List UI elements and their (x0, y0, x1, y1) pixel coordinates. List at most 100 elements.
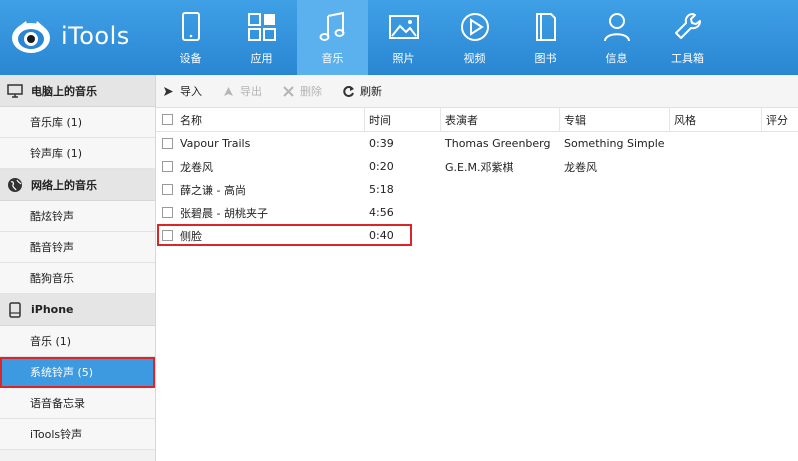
main-nav: 设备 应用 音乐 照片 视频 图书 信息 工具箱 (155, 0, 723, 75)
sidebar-item-kuxuan[interactable]: 酷炫铃声 (0, 201, 155, 232)
nav-device[interactable]: 设备 (155, 0, 226, 75)
song-album: Something Simple (564, 137, 665, 150)
export-label: 导出 (240, 85, 262, 98)
music-note-icon (319, 11, 344, 41)
sidebar-section-label: iPhone (31, 303, 74, 316)
nav-toolbox[interactable]: 工具箱 (652, 0, 723, 75)
sidebar-section-device[interactable]: iPhone (0, 294, 155, 326)
song-time: 5:18 (369, 183, 394, 196)
export-arrow-icon (224, 86, 233, 96)
song-album: 龙卷风 (564, 160, 597, 174)
row-checkbox[interactable] (162, 138, 173, 149)
nav-label: 工具箱 (671, 52, 704, 65)
table-row[interactable]: 龙卷风 0:20 G.E.M.邓紫棋 龙卷风 (156, 155, 798, 178)
row-checkbox[interactable] (162, 161, 173, 172)
row-checkbox[interactable] (162, 207, 173, 218)
sidebar-item-kuyin[interactable]: 酷音铃声 (0, 232, 155, 263)
sidebar-section-pc[interactable]: 电脑上的音乐 (0, 75, 155, 107)
book-icon (535, 13, 556, 41)
import-label: 导入 (180, 85, 202, 98)
table-row-highlighted[interactable]: 侧脸 0:40 (156, 224, 798, 247)
table-row[interactable]: Vapour Trails 0:39 Thomas Greenberg Some… (156, 132, 798, 155)
nav-photos[interactable]: 照片 (368, 0, 439, 75)
refresh-button[interactable]: 刷新 (342, 83, 382, 99)
import-arrow-icon (164, 86, 173, 96)
row-checkbox[interactable] (162, 184, 173, 195)
refresh-label: 刷新 (360, 85, 382, 98)
sidebar-item-itools-ringtones[interactable]: iTools铃声 (0, 419, 155, 450)
sidebar-section-network[interactable]: 网络上的音乐 (0, 169, 155, 201)
column-album[interactable]: 专辑 (560, 108, 670, 131)
table-header: 名称 时间 表演者 专辑 风格 评分 (156, 108, 798, 132)
row-checkbox[interactable] (162, 230, 173, 241)
refresh-icon (343, 85, 354, 97)
song-album (560, 224, 670, 247)
song-name: 薛之谦 - 高尚 (180, 183, 246, 197)
app-title: iTools (61, 22, 130, 50)
main-panel: 导入 导出 删除 刷新 名称 时间 表演者 专辑 风格 评分 Vapour Tr… (156, 75, 798, 461)
column-genre[interactable]: 风格 (670, 108, 762, 131)
play-circle-icon (460, 13, 489, 41)
song-artist: Thomas Greenberg (445, 137, 551, 150)
top-header: iTools 设备 应用 音乐 照片 视频 图书 信息 工具箱 (0, 0, 798, 75)
globe-icon (8, 177, 22, 192)
itools-logo-icon (10, 17, 55, 55)
song-time: 0:39 (369, 137, 394, 150)
export-button[interactable]: 导出 (222, 83, 262, 99)
song-artist (441, 224, 560, 247)
song-time: 0:40 (369, 229, 394, 242)
table-row[interactable]: 薛之谦 - 高尚 5:18 (156, 178, 798, 201)
app-logo: iTools (10, 17, 130, 55)
toolbar: 导入 导出 删除 刷新 (156, 75, 798, 108)
import-button[interactable]: 导入 (162, 83, 202, 99)
nav-label: 照片 (392, 52, 415, 65)
apps-grid-icon (247, 13, 276, 41)
nav-label: 视频 (463, 52, 486, 65)
photo-icon (388, 15, 419, 39)
song-time: 4:56 (369, 206, 394, 219)
sidebar-item-kugou[interactable]: 酷狗音乐 (0, 263, 155, 294)
sidebar-item-device-music[interactable]: 音乐 (1) (0, 326, 155, 357)
phone-icon (9, 301, 21, 318)
nav-label: 设备 (179, 52, 202, 65)
column-name[interactable]: 名称 (156, 108, 365, 131)
song-artist: G.E.M.邓紫棋 (445, 160, 514, 174)
column-name-label: 名称 (180, 113, 202, 127)
sidebar-section-label: 网络上的音乐 (31, 178, 97, 192)
nav-label: 音乐 (321, 52, 344, 65)
song-album (560, 201, 670, 224)
sidebar-item-system-ringtones[interactable]: 系统铃声 (5) (0, 357, 155, 388)
table-row[interactable]: 张碧晨 - 胡桃夹子 4:56 (156, 201, 798, 224)
nav-info[interactable]: 信息 (581, 0, 652, 75)
column-rating[interactable]: 评分 (762, 108, 798, 131)
person-icon (603, 13, 630, 42)
close-icon (283, 85, 294, 97)
nav-label: 图书 (534, 52, 557, 65)
song-name: 龙卷风 (180, 160, 213, 174)
sidebar-item-ringtone-library[interactable]: 铃声库 (1) (0, 138, 155, 169)
nav-apps[interactable]: 应用 (226, 0, 297, 75)
sidebar-item-music-library[interactable]: 音乐库 (1) (0, 107, 155, 138)
nav-label: 信息 (605, 52, 628, 65)
monitor-icon (7, 83, 23, 98)
sidebar-section-label: 电脑上的音乐 (31, 84, 97, 98)
song-name: 张碧晨 - 胡桃夹子 (180, 206, 268, 220)
song-time: 0:20 (369, 160, 394, 173)
select-all-checkbox[interactable] (162, 114, 173, 125)
delete-label: 删除 (300, 85, 322, 98)
song-artist (441, 201, 560, 224)
column-time[interactable]: 时间 (365, 108, 441, 131)
song-name: 侧脸 (180, 229, 202, 243)
nav-label: 应用 (250, 52, 273, 65)
delete-button[interactable]: 删除 (282, 83, 322, 99)
nav-video[interactable]: 视频 (439, 0, 510, 75)
song-name: Vapour Trails (180, 137, 251, 150)
sidebar-item-voice-memos[interactable]: 语音备忘录 (0, 388, 155, 419)
song-album (560, 178, 670, 201)
tablet-icon (181, 12, 200, 41)
column-artist[interactable]: 表演者 (441, 108, 560, 131)
nav-books[interactable]: 图书 (510, 0, 581, 75)
sidebar: 电脑上的音乐 音乐库 (1) 铃声库 (1) 网络上的音乐 酷炫铃声 酷音铃声 … (0, 75, 156, 461)
song-artist (441, 178, 560, 201)
nav-music[interactable]: 音乐 (297, 0, 368, 75)
